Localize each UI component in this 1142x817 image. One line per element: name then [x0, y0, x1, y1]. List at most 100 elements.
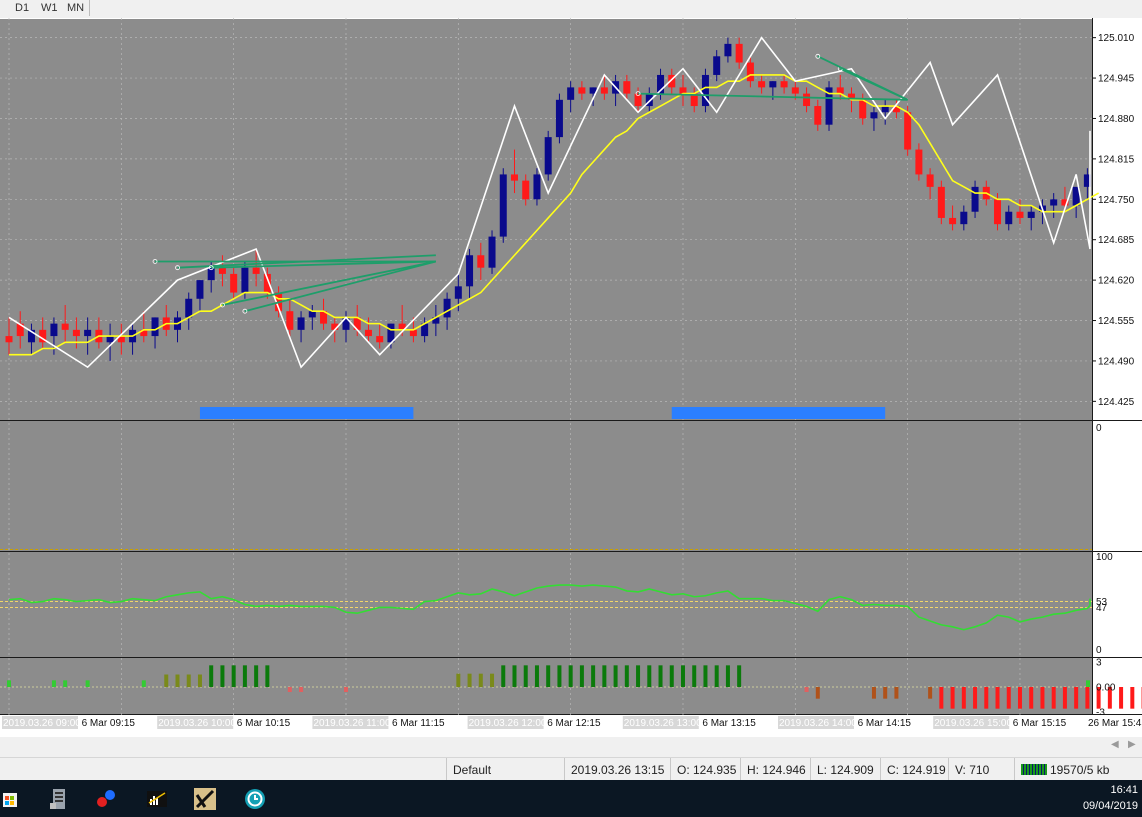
candle-body [791, 87, 799, 94]
histogram-bar-positive [209, 665, 214, 687]
pane-2-background [0, 421, 1092, 551]
candle-body [758, 81, 766, 88]
timeframe-mn-button[interactable]: MN [67, 0, 84, 16]
system-clock[interactable]: 16:41 09/04/2019 [1083, 782, 1138, 814]
histogram-bar-positive [658, 665, 663, 687]
scroll-right-icon[interactable]: ▶ [1128, 739, 1136, 750]
histogram-bar-positive [579, 665, 584, 687]
candle-body [915, 149, 923, 175]
candle-body [814, 106, 822, 125]
histogram-bar-positive [175, 674, 180, 687]
x-axis-label: 6 Mar 13:15 [702, 718, 756, 729]
candle-body [387, 323, 395, 343]
candle-body [241, 267, 249, 293]
timeframe-toolbar: D1 W1 MN [0, 0, 1142, 19]
histogram-bar-positive [490, 673, 495, 687]
histogram-bar-negative [1119, 687, 1124, 709]
candle-body [308, 311, 316, 318]
histogram-bar-positive [220, 665, 225, 687]
candle-body [5, 336, 13, 343]
y-tick-label: 124.945 [1098, 74, 1135, 85]
candle-body [218, 267, 226, 274]
histogram-bar-positive [85, 680, 90, 687]
candle-body [72, 329, 80, 337]
trading-app-icon[interactable] [193, 787, 217, 811]
histogram-bar-positive [703, 665, 708, 687]
candle-body [1050, 199, 1058, 206]
candle-body [50, 323, 58, 337]
candle-body [881, 106, 889, 113]
candle-body [286, 311, 294, 330]
candle-body [859, 99, 867, 119]
x-axis-label: 2019.03.26 12:00 [469, 718, 547, 729]
x-axis-label: 6 Mar 14:15 [858, 718, 912, 729]
status-high: H: 124.946 [740, 758, 811, 781]
histogram-axis-label: 3 [1096, 658, 1102, 669]
histogram-bar-negative [1017, 687, 1022, 709]
x-axis-label: 2019.03.26 13:00 [624, 718, 702, 729]
signal-zone-bar [199, 407, 414, 419]
histogram-bar-negative [950, 687, 955, 709]
histogram-bar-positive [197, 674, 202, 687]
candle-body [477, 255, 485, 268]
timeframe-d1-button[interactable]: D1 [15, 0, 29, 16]
histogram-bar-positive [647, 665, 652, 687]
candle-body [679, 87, 687, 94]
candle-body [1027, 211, 1035, 218]
candle-body [84, 329, 92, 337]
candle-body [735, 43, 743, 63]
candle-body [185, 298, 193, 318]
status-datetime: 2019.03.26 13:15 [564, 758, 671, 781]
horizontal-scrollbar[interactable]: ◀ ▶ [0, 737, 1142, 757]
status-close: C: 124.919 [880, 758, 949, 781]
status-traffic: 19570/5 kb [1014, 758, 1142, 781]
candle-body [196, 280, 204, 299]
status-bar: Default 2019.03.26 13:15 O: 124.935 H: 1… [0, 757, 1142, 781]
histogram-bar-negative [928, 687, 933, 699]
chart-app-icon[interactable] [145, 787, 169, 811]
candle-body [499, 174, 507, 237]
candle-body [803, 93, 811, 107]
candle-body [376, 336, 384, 343]
timeframe-w1-button[interactable]: W1 [41, 0, 58, 16]
y-tick-label: 124.555 [1098, 316, 1135, 327]
histogram-bar-negative [973, 687, 978, 709]
x-axis-label: 6 Mar 15:15 [1013, 718, 1067, 729]
candle-body [769, 81, 777, 88]
histogram-bar-negative [1029, 687, 1034, 709]
histogram-bar-positive [242, 665, 247, 687]
histogram-bar-negative [804, 687, 809, 692]
x-axis-label: 26 Mar 15:45 [1088, 718, 1142, 729]
x-axis-label: 6 Mar 09:15 [82, 718, 136, 729]
paint-icon[interactable] [94, 787, 118, 811]
candle-body [1016, 211, 1024, 218]
server-icon[interactable] [47, 787, 71, 811]
candle-body [623, 81, 631, 94]
histogram-bar-positive [51, 680, 56, 687]
clock-time: 16:41 [1110, 784, 1138, 796]
candle-body [252, 267, 260, 274]
hourglass-app-icon[interactable] [243, 787, 267, 811]
histogram-bar-positive [186, 674, 191, 687]
histogram-bar-negative [1040, 687, 1045, 709]
histogram-bar-positive [523, 665, 528, 687]
x-axis-label: 2019.03.26 11:00 [313, 718, 391, 729]
candle-body [555, 99, 563, 138]
candle-body [488, 236, 496, 268]
price-chart[interactable]: 125.010 124.945 124.880 124.815 124.750 124.6… [0, 18, 1142, 737]
rsi-axis-label: 47 [1096, 603, 1108, 614]
scroll-left-icon[interactable]: ◀ [1111, 739, 1119, 750]
histogram-bar-positive [456, 673, 461, 687]
windows-store-icon[interactable] [0, 787, 24, 811]
candle-body [510, 174, 518, 181]
candle-body [904, 112, 912, 150]
histogram-bar-positive [63, 680, 68, 687]
candle-body [106, 336, 114, 343]
histogram-bar-positive [737, 665, 742, 687]
histogram-bar-positive [467, 673, 472, 687]
histogram-bar-positive [602, 665, 607, 687]
candle-body [870, 112, 878, 119]
x-axis-label: 6 Mar 10:15 [237, 718, 291, 729]
candle-body [61, 323, 69, 330]
histogram-bar-positive [680, 665, 685, 687]
